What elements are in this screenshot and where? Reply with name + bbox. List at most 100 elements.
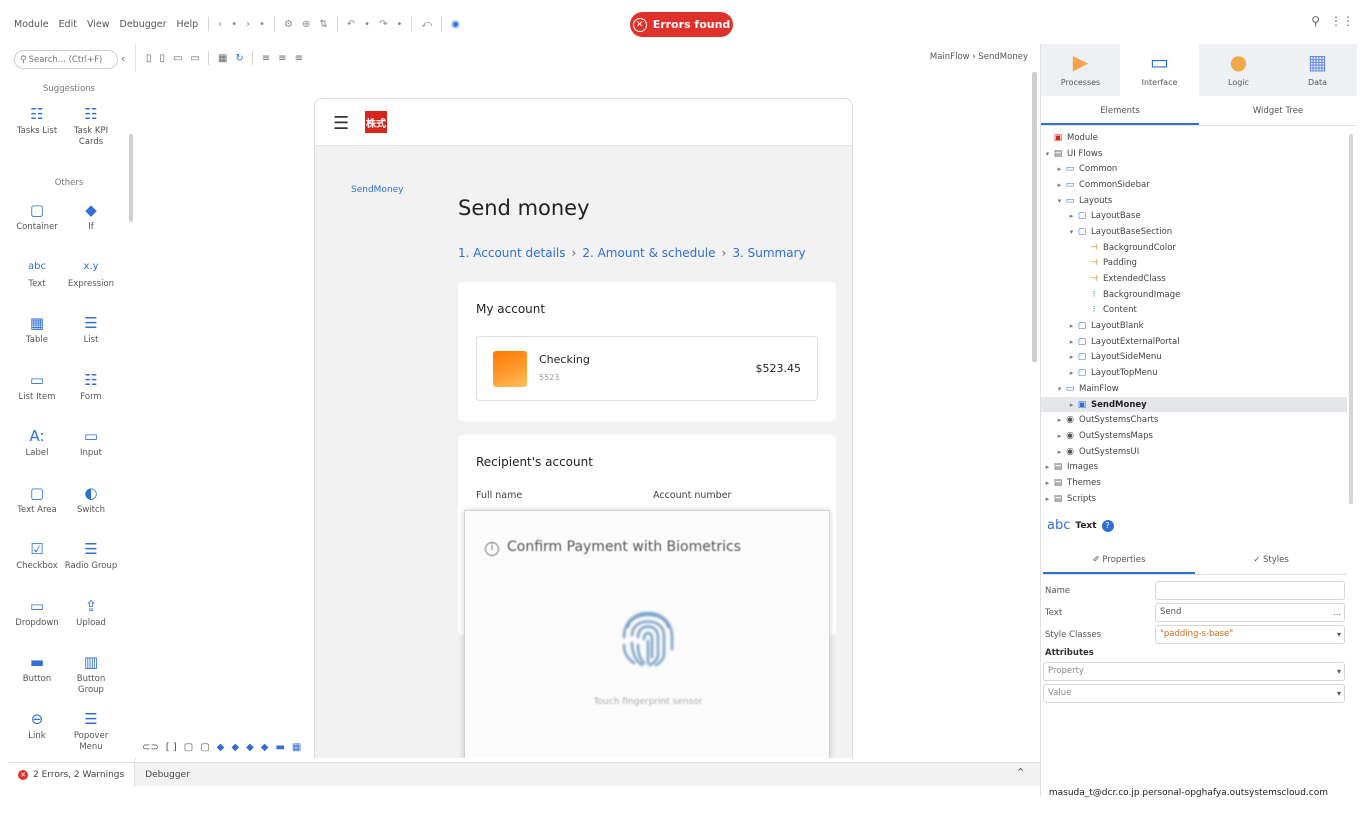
align-right-icon[interactable]: ≡ bbox=[295, 53, 303, 64]
tool-switch[interactable]: ◐ Switch bbox=[64, 483, 118, 516]
tool-checkbox[interactable]: ☑ Checkbox bbox=[10, 539, 64, 572]
tool-popover-menu[interactable]: ☰ Popover Menu bbox=[64, 709, 118, 753]
tab-logic[interactable]: ● Logic bbox=[1199, 44, 1278, 96]
chevron-right-icon[interactable]: ▸ bbox=[1055, 165, 1064, 173]
chevron-right-icon[interactable]: ▸ bbox=[1067, 212, 1076, 220]
expression-editor-icon[interactable]: ... bbox=[1333, 604, 1341, 621]
tree-node-commonsidebar[interactable]: ▸ ▭ CommonSidebar bbox=[1041, 177, 1347, 193]
attribute-property-dropdown[interactable]: Property ▾ bbox=[1043, 662, 1345, 681]
tool-container[interactable]: ▢ Container bbox=[10, 200, 64, 233]
toolbox-search-input[interactable] bbox=[28, 54, 115, 65]
chevron-down-icon[interactable]: ▾ bbox=[1337, 626, 1341, 643]
add-dependency-icon[interactable]: ⊕ bbox=[302, 19, 310, 30]
chevron-down-icon[interactable]: ▾ bbox=[1337, 663, 1341, 680]
tab-widget-tree[interactable]: Widget Tree bbox=[1199, 98, 1357, 125]
tree-node-padding[interactable]: ⊣ Padding bbox=[1041, 256, 1347, 272]
tree-node-themes[interactable]: ▸ ▤ Themes bbox=[1041, 475, 1347, 491]
if-widget-icon[interactable]: ◆ bbox=[261, 742, 269, 753]
chevron-right-icon[interactable]: ▸ bbox=[1055, 448, 1064, 456]
compare-merge-icon[interactable]: ⇅ bbox=[319, 19, 327, 30]
errors-found-button[interactable]: ✕ Errors found bbox=[630, 12, 733, 37]
tree-node-layoutblank[interactable]: ▸ ▢ LayoutBlank bbox=[1041, 318, 1347, 334]
publish-icon[interactable]: ⤺ bbox=[421, 19, 432, 30]
tool-upload[interactable]: ⇪ Upload bbox=[64, 596, 118, 629]
tree-node-outsystemscharts[interactable]: ▸ ◉ OutSystemsCharts bbox=[1041, 412, 1347, 428]
tree-node-outsystemsui[interactable]: ▸ ◉ OutSystemsUI bbox=[1041, 444, 1347, 460]
tool-expression[interactable]: x.y Expression bbox=[64, 257, 118, 290]
tree-node-layoutbase[interactable]: ▸ ▢ LayoutBase bbox=[1041, 208, 1347, 224]
hamburger-menu-icon[interactable]: ☰ bbox=[333, 113, 349, 134]
chevron-down-icon[interactable]: ▾ bbox=[1043, 150, 1052, 158]
breadcrumb[interactable]: MainFlow › SendMoney bbox=[930, 52, 1028, 62]
menu-help[interactable]: Help bbox=[177, 19, 199, 30]
align-left-icon[interactable]: ≡ bbox=[262, 53, 270, 64]
if-widget-icon[interactable]: ◆ bbox=[231, 742, 239, 753]
tab-elements[interactable]: Elements bbox=[1041, 98, 1199, 125]
menu-view[interactable]: View bbox=[87, 19, 110, 30]
chevron-right-icon[interactable]: ▸ bbox=[1055, 181, 1064, 189]
tool-text-area[interactable]: ▢ Text Area bbox=[10, 483, 64, 516]
tool-input[interactable]: ▭ Input bbox=[64, 426, 118, 459]
apps-grid-icon[interactable]: ⋮⋮ bbox=[1330, 14, 1354, 28]
chevron-right-icon[interactable]: ▸ bbox=[1067, 353, 1076, 361]
tree-node-outsystemsmaps[interactable]: ▸ ◉ OutSystemsMaps bbox=[1041, 428, 1347, 444]
tool-text[interactable]: abc Text bbox=[10, 257, 64, 290]
wide-preview-icon[interactable]: ▭ bbox=[190, 53, 199, 64]
select-frame-icon[interactable]: [ ] bbox=[166, 742, 177, 753]
tab-errors-warnings[interactable]: ✕ 2 Errors, 2 Warnings bbox=[8, 762, 136, 787]
back-dropdown-icon[interactable]: • bbox=[231, 19, 237, 30]
tab-data[interactable]: ▦ Data bbox=[1278, 44, 1357, 96]
tab-interface[interactable]: ▭ Interface bbox=[1120, 44, 1199, 96]
align-center-icon[interactable]: ≡ bbox=[278, 53, 286, 64]
undo-dropdown-icon[interactable]: • bbox=[364, 19, 370, 30]
tablet-preview-icon[interactable]: ▯ bbox=[160, 53, 166, 64]
phone-preview-icon[interactable]: ▯ bbox=[146, 53, 152, 64]
back-icon[interactable]: ‹ bbox=[218, 19, 222, 30]
page-title[interactable]: Send money bbox=[458, 196, 590, 220]
screen-preview[interactable]: ☰ 株式 SendMoney Send money 1. Account det… bbox=[314, 98, 853, 758]
menu-debugger[interactable]: Debugger bbox=[120, 19, 167, 30]
tree-node-ui-flows[interactable]: ▾ ▤ UI Flows bbox=[1041, 146, 1347, 162]
if-widget-icon[interactable]: ◆ bbox=[246, 742, 254, 753]
settings-icon[interactable]: ⚙ bbox=[284, 19, 293, 30]
wizard-step-summary[interactable]: 3. Summary bbox=[732, 246, 805, 260]
tool-task-kpi-cards[interactable]: ☷ Task KPI Cards bbox=[64, 104, 118, 148]
tool-if[interactable]: ◆ If bbox=[64, 200, 118, 233]
tool-table[interactable]: ▦ Table bbox=[10, 313, 64, 346]
tree-scrollbar[interactable] bbox=[1349, 134, 1353, 504]
container-outline-icon[interactable]: ▢ bbox=[184, 742, 193, 753]
tree-node-sendmoney[interactable]: ▸ ▣ SendMoney bbox=[1041, 396, 1347, 413]
tree-node-mainflow[interactable]: ▾ ▭ MainFlow bbox=[1041, 381, 1347, 397]
canvas-scrollbar[interactable] bbox=[1032, 72, 1037, 362]
tree-node-backgroundimage[interactable]: ⁝ BackgroundImage bbox=[1041, 287, 1347, 303]
chevron-right-icon[interactable]: ▸ bbox=[1043, 463, 1052, 471]
tree-node-layoutbasesection[interactable]: ▾ ▢ LayoutBaseSection bbox=[1041, 224, 1347, 240]
chevron-right-icon[interactable]: ▸ bbox=[1055, 432, 1064, 440]
tool-label[interactable]: A: Label bbox=[10, 426, 64, 459]
tree-node-module[interactable]: ▣ Module bbox=[1041, 130, 1347, 146]
redo-icon[interactable]: ↷ bbox=[379, 19, 387, 30]
wizard-step-amount-schedule[interactable]: 2. Amount & schedule bbox=[582, 246, 715, 260]
tree-node-layouttopmenu[interactable]: ▸ ▢ LayoutTopMenu bbox=[1041, 365, 1347, 381]
tab-properties[interactable]: ✐ Properties bbox=[1043, 547, 1195, 574]
help-icon[interactable]: ? bbox=[1101, 519, 1114, 532]
tool-link[interactable]: ⊖ Link bbox=[10, 709, 64, 742]
biometrics-modal[interactable]: i Confirm Payment with Biometrics Touch f… bbox=[464, 510, 830, 758]
forward-dropdown-icon[interactable]: • bbox=[259, 19, 265, 30]
chevron-right-icon[interactable]: ▸ bbox=[1067, 369, 1076, 377]
tool-list-item[interactable]: ▭ List Item bbox=[10, 370, 64, 403]
fit-to-screen-icon[interactable]: ⊂⊃ bbox=[142, 742, 159, 753]
desktop-preview-icon[interactable]: ▭ bbox=[173, 53, 182, 64]
undo-icon[interactable]: ↶ bbox=[347, 19, 355, 30]
tab-styles[interactable]: ✓ Styles bbox=[1195, 547, 1347, 574]
forward-icon[interactable]: › bbox=[246, 19, 250, 30]
tab-processes[interactable]: ▶ Processes bbox=[1041, 44, 1120, 96]
text-field[interactable]: Send ... bbox=[1155, 603, 1345, 622]
menu-module[interactable]: Module bbox=[14, 19, 49, 30]
tree-node-layouts[interactable]: ▾ ▭ Layouts bbox=[1041, 193, 1347, 209]
redo-dropdown-icon[interactable]: • bbox=[396, 19, 402, 30]
wizard-step-account-details[interactable]: 1. Account details bbox=[458, 246, 566, 260]
toolbox-search[interactable]: ⚲ bbox=[14, 50, 118, 69]
style-classes-field[interactable]: "padding-s-base" ▾ bbox=[1155, 625, 1345, 644]
chevron-right-icon[interactable]: ▸ bbox=[1067, 401, 1076, 409]
